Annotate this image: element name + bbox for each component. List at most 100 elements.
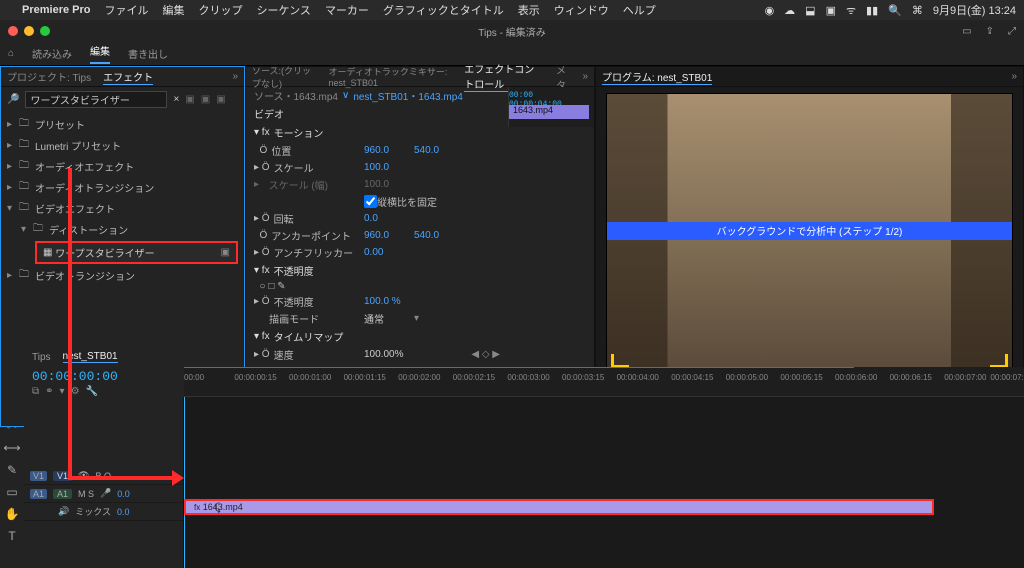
clear-search-icon[interactable]: ×	[173, 94, 179, 105]
search-icon: 🔎	[7, 94, 19, 105]
ec-rotation-value[interactable]: 0.0	[364, 213, 414, 224]
folder-video-fx[interactable]: ▾🗀ビデオエフェクト	[7, 198, 238, 219]
folder-video-tr[interactable]: ▸🗀ビデオトランジション	[7, 265, 238, 286]
ec-clip-bar[interactable]: 1643.mp4	[509, 105, 589, 119]
track-mix-label[interactable]: ミックス	[75, 505, 111, 518]
pen-tool-icon[interactable]: ✎	[7, 463, 17, 477]
folder-presets[interactable]: ▸🗀プリセット	[7, 114, 238, 135]
home-icon[interactable]: ⌂	[8, 48, 14, 59]
folder-lumetri[interactable]: ▸🗀Lumetri プリセット	[7, 135, 238, 156]
fx-badge1-icon[interactable]: ▣	[185, 94, 194, 105]
panel-menu-icon[interactable]: »	[582, 71, 588, 82]
ec-anchor-label: アンカーポイント	[271, 228, 351, 243]
app-name[interactable]: Premiere Pro	[22, 4, 90, 16]
ec-blend-value[interactable]: 通常	[364, 311, 414, 326]
fx-badge3-icon[interactable]: ▣	[216, 94, 225, 105]
menu-help[interactable]: ヘルプ	[623, 2, 656, 18]
ec-opacity[interactable]: ▾ fx不透明度	[246, 261, 508, 280]
effects-search-input[interactable]	[25, 91, 167, 108]
playhead[interactable]	[184, 397, 185, 568]
workspace-icon[interactable]: ▭	[962, 26, 971, 37]
tab-source[interactable]: ソース:(クリップなし)	[252, 64, 317, 90]
menu-edit[interactable]: 編集	[162, 2, 184, 18]
ruler-tick: 00:00:02:15	[453, 373, 495, 382]
ec-sequence-clip: nest_STB01・1643.mp4	[353, 88, 463, 103]
fullscreen-icon[interactable]: ⤢	[1008, 26, 1016, 37]
folder-distortion[interactable]: ▾🗀ディストーション	[7, 219, 238, 240]
ec-anchor-x[interactable]: 960.0	[364, 230, 414, 241]
folder-audio-fx[interactable]: ▸🗀オーディオエフェクト	[7, 156, 238, 177]
video-clip[interactable]: fx 1643.mp4 ⤹	[184, 499, 934, 515]
track-a1-db[interactable]: 0.0	[117, 489, 130, 499]
menu-view[interactable]: 表示	[518, 2, 540, 18]
tab-export[interactable]: 書き出し	[128, 46, 168, 61]
tab-project[interactable]: プロジェクト: Tips	[7, 69, 91, 84]
fx-badge2-icon[interactable]: ▣	[201, 94, 210, 105]
keyframe-area[interactable]: 00:00 00:00:04:00 1643.mp4	[508, 87, 594, 127]
tab-effects[interactable]: エフェクト	[103, 69, 153, 85]
timeline-tab-tips[interactable]: Tips	[32, 352, 51, 363]
tab-import[interactable]: 読み込み	[32, 46, 72, 61]
window-titlebar: Tips - 編集済み ▭ ⇪ ⤢	[0, 20, 1024, 42]
ruler-tick: 00:00:07:00	[944, 373, 986, 382]
minimize-window-icon[interactable]	[24, 26, 34, 36]
panel-menu-icon[interactable]: »	[1011, 71, 1017, 82]
menubar-clock[interactable]: 9月9日(金) 13:24	[933, 2, 1016, 18]
menu-marker[interactable]: マーカー	[325, 2, 369, 18]
ec-antiflicker-value[interactable]: 0.00	[364, 247, 414, 258]
traffic-lights[interactable]	[8, 26, 50, 36]
timeline-clip-area[interactable]: fx 1643.mp4 ⤹	[184, 397, 1024, 568]
track-a1-ms[interactable]: M S	[78, 489, 94, 499]
menu-window[interactable]: ウィンドウ	[554, 2, 609, 18]
zoom-window-icon[interactable]	[40, 26, 50, 36]
timeline-ruler[interactable]: 00:00 00:00:00:15 00:00:01:00 00:00:01:1…	[184, 367, 1024, 397]
snap-icon[interactable]: ⧉	[32, 386, 39, 397]
ec-video-section[interactable]: ビデオ	[246, 104, 508, 123]
ec-position-x[interactable]: 960.0	[364, 145, 414, 156]
ruler-tick: 00:00:04:15	[671, 373, 713, 382]
ec-opacity-value[interactable]: 100.0 %	[364, 296, 414, 307]
marker-icon[interactable]: ▾	[60, 386, 65, 397]
ec-scale-w-label: スケール (幅)	[269, 177, 328, 192]
ruler-tick: 00:00:07:15	[990, 373, 1024, 382]
status-wifi-icon[interactable]: ᯤ	[846, 3, 856, 18]
wrench-icon[interactable]: 🔧	[86, 386, 98, 397]
linked-sel-icon[interactable]: ⚭	[45, 386, 53, 397]
ruler-tick: 00:00:00:15	[234, 373, 276, 382]
ec-anchor-y[interactable]: 540.0	[414, 230, 439, 241]
ec-time-remap[interactable]: ▾ fxタイムリマップ	[246, 327, 508, 346]
tab-audio-mixer[interactable]: オーディオトラックミキサー: nest_STB01	[329, 65, 453, 88]
status-cc-icon[interactable]: ☁	[784, 4, 795, 17]
ec-scale-value[interactable]: 100.0	[364, 162, 414, 173]
effect-warp-stabilizer[interactable]: ▦ ワープスタビライザー ▣	[35, 241, 238, 264]
effect-icon: ▦	[43, 247, 52, 258]
track-mix-db[interactable]: 0.0	[117, 507, 130, 517]
timeline-timecode[interactable]: 00:00:00:00	[32, 369, 176, 384]
macos-menubar: Premiere Pro ファイル 編集 クリップ シーケンス マーカー グラフ…	[0, 0, 1024, 20]
program-title[interactable]: プログラム: nest_STB01	[602, 69, 712, 85]
type-tool-icon[interactable]: T	[8, 529, 15, 543]
v1-source-patch[interactable]: V1	[30, 471, 47, 481]
status-search-icon[interactable]: 🔍	[888, 4, 902, 17]
menu-file[interactable]: ファイル	[104, 2, 148, 18]
menu-clip[interactable]: クリップ	[198, 2, 242, 18]
folder-audio-tr[interactable]: ▸🗀オーディオトランジション	[7, 177, 238, 198]
menu-graphics[interactable]: グラフィックとタイトル	[383, 2, 504, 18]
status-screen-icon[interactable]: ▣	[826, 4, 836, 17]
track-a1-toggle[interactable]: A1	[53, 489, 72, 499]
menu-sequence[interactable]: シーケンス	[256, 2, 310, 18]
a1-source-patch[interactable]: A1	[30, 489, 47, 499]
program-video[interactable]: バックグラウンドで分析中 (ステップ 1/2)	[606, 93, 1013, 373]
status-control-icon[interactable]: ⌘	[912, 4, 923, 17]
rect-tool-icon[interactable]: ▭	[6, 485, 17, 499]
panel-menu-icon[interactable]: »	[232, 71, 238, 82]
status-dropbox-icon[interactable]: ⬓	[805, 4, 815, 17]
ec-motion[interactable]: ▾ fxモーション	[246, 123, 508, 142]
slip-tool-icon[interactable]: ⟷	[3, 441, 20, 455]
share-icon[interactable]: ⇪	[986, 26, 994, 37]
ec-uniform-scale-checkbox[interactable]	[364, 195, 377, 208]
tab-edit[interactable]: 編集	[90, 43, 110, 64]
ec-position-y[interactable]: 540.0	[414, 145, 439, 156]
hand-tool-icon[interactable]: ✋	[5, 507, 20, 521]
close-window-icon[interactable]	[8, 26, 18, 36]
